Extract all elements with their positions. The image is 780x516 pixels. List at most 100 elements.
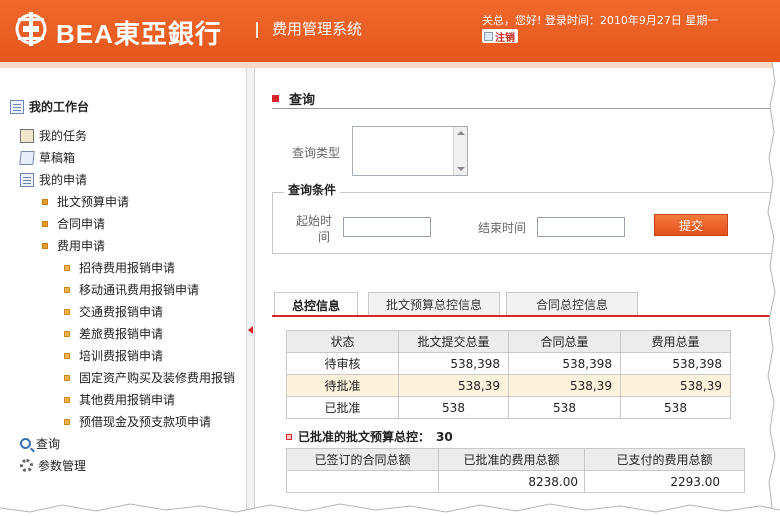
scroll-up-icon[interactable] — [457, 131, 465, 135]
section-title: 查询 — [272, 89, 315, 108]
table-cell: 538 — [620, 396, 731, 419]
document-icon — [20, 172, 34, 187]
tab-approval-budget-control[interactable]: 批文预算总控信息 — [368, 292, 500, 316]
sidebar-item-my-tasks[interactable]: 我的任务 — [20, 127, 87, 144]
torn-edge-bottom — [0, 503, 780, 516]
table-header-cell: 已批准的费用总额 — [438, 448, 585, 471]
pencil-icon — [484, 31, 493, 41]
table-header-cell: 批文提交总量 — [398, 330, 509, 353]
header-divider — [256, 22, 258, 38]
bullet-icon — [64, 286, 70, 293]
bullet-icon — [64, 396, 70, 403]
sidebar-item-entertainment[interactable]: 招待费用报销申请 — [64, 259, 175, 276]
table-header-row: 已签订的合同总额 已批准的费用总额 已支付的费用总额 — [286, 448, 745, 471]
bullet-icon — [42, 220, 48, 227]
bullet-icon — [64, 308, 70, 315]
draft-icon — [19, 150, 35, 165]
textarea-scrollbar[interactable] — [453, 127, 467, 175]
bullet-icon — [64, 264, 70, 271]
query-conditions-legend: 查询条件 — [284, 181, 341, 198]
start-time-label-line2: 间 — [318, 230, 331, 244]
bullet-icon — [64, 330, 70, 337]
table-cell: 538,39 — [620, 374, 731, 397]
sidebar-item-query[interactable]: 查询 — [20, 435, 60, 452]
bea-logo-icon — [15, 12, 47, 46]
summary-label: 已批准的批文预算总控： — [298, 430, 431, 444]
amount-summary-table: 已签订的合同总额 已批准的费用总额 已支付的费用总额 8238.00 2293.… — [286, 448, 745, 493]
brand-logo-text: BEA東亞銀行 — [56, 19, 222, 49]
bullet-icon — [64, 418, 70, 425]
summary-value: 30 — [436, 429, 453, 444]
sidebar-item-parameters[interactable]: 参数管理 — [20, 457, 86, 474]
main-content: 查询 查询类型 查询条件 起始时 间 结束时间 提交 总控信息 批文预算总控信息… — [256, 68, 780, 516]
table-cell: 待审核 — [286, 352, 399, 375]
square-marker-icon — [272, 95, 279, 102]
tabs-underline — [272, 315, 780, 317]
collapse-arrow-icon[interactable] — [248, 326, 253, 334]
end-time-label: 结束时间 — [478, 221, 527, 235]
table-header-cell: 已签订的合同总额 — [286, 448, 439, 471]
sidebar-item-approval-budget[interactable]: 批文预算申请 — [42, 193, 129, 210]
table-cell: 8238.00 — [438, 470, 585, 493]
table-row[interactable]: 待批准 538,39 538,39 538,39 — [286, 374, 731, 397]
table-row[interactable]: 待审核 538,398 538,398 538,398 — [286, 352, 731, 375]
logout-button[interactable]: 注销 — [482, 29, 518, 44]
sidebar-splitter[interactable] — [247, 68, 255, 516]
tab-overall-control[interactable]: 总控信息 — [274, 292, 358, 317]
notepad-icon — [10, 99, 24, 114]
bullet-icon — [64, 352, 70, 359]
bullet-icon — [64, 374, 70, 381]
search-icon — [20, 438, 31, 449]
sidebar-item-cash-advance[interactable]: 预借现金及预支款项申请 — [64, 413, 211, 430]
bullet-icon — [42, 242, 48, 249]
workbench-title: 我的工作台 — [10, 98, 89, 115]
square-marker-icon — [286, 433, 292, 440]
start-time-label-line1: 起始时 — [296, 214, 333, 228]
table-row[interactable]: 已批准 538 538 538 — [286, 396, 731, 419]
sidebar-item-my-applications[interactable]: 我的申请 — [20, 171, 87, 188]
table-header-cell: 合同总量 — [508, 330, 621, 353]
table-cell: 待批准 — [286, 374, 399, 397]
query-type-textarea[interactable] — [352, 126, 468, 176]
submit-button[interactable]: 提交 — [654, 214, 728, 236]
gear-icon — [20, 459, 33, 472]
table-cell — [286, 470, 439, 493]
sidebar: 我的工作台 我的任务 草稿箱 我的申请 批文预算申请 合同申请 费用申请 招待费… — [0, 68, 247, 516]
table-cell: 2293.00 — [584, 470, 745, 493]
sidebar-item-expense[interactable]: 费用申请 — [42, 237, 105, 254]
section-divider — [272, 108, 780, 109]
table-header-cell: 状态 — [286, 330, 399, 353]
scroll-down-icon[interactable] — [457, 167, 465, 171]
table-cell: 538,39 — [508, 374, 621, 397]
table-cell: 538,398 — [398, 352, 509, 375]
control-summary-table: 状态 批文提交总量 合同总量 费用总量 待审核 538,398 538,398 … — [286, 330, 731, 419]
tab-contract-control[interactable]: 合同总控信息 — [506, 292, 638, 316]
sidebar-item-fixed-assets[interactable]: 固定资产购买及装修费用报销 — [64, 369, 235, 386]
clipboard-icon — [20, 128, 34, 143]
end-time-input[interactable] — [537, 217, 625, 237]
sidebar-item-other-expense[interactable]: 其他费用报销申请 — [64, 391, 175, 408]
sidebar-item-mobile[interactable]: 移动通讯费用报销申请 — [64, 281, 199, 298]
table-cell: 已批准 — [286, 396, 399, 419]
user-greeting: 关总，您好! 登录时间：2010年9月27日 星期一 — [482, 14, 719, 27]
bullet-icon — [42, 198, 48, 205]
table-header-cell: 费用总量 — [620, 330, 731, 353]
table-cell: 538,39 — [398, 374, 509, 397]
table-cell: 538,398 — [620, 352, 731, 375]
logout-label: 注销 — [495, 32, 515, 44]
sidebar-item-drafts[interactable]: 草稿箱 — [19, 149, 75, 166]
sidebar-item-transport[interactable]: 交通费报销申请 — [64, 303, 163, 320]
torn-edge-right — [767, 62, 780, 516]
table-cell: 538 — [508, 396, 621, 419]
approved-budget-summary: 已批准的批文预算总控： 30 — [286, 428, 453, 445]
table-header-row: 状态 批文提交总量 合同总量 费用总量 — [286, 330, 731, 353]
table-cell: 538 — [398, 396, 509, 419]
sidebar-item-training[interactable]: 培训费报销申请 — [64, 347, 163, 364]
sidebar-item-travel[interactable]: 差旅费报销申请 — [64, 325, 163, 342]
system-name: 费用管理系统 — [272, 20, 363, 38]
start-time-input[interactable] — [343, 217, 431, 237]
table-row[interactable]: 8238.00 2293.00 — [286, 470, 745, 493]
table-cell: 538,398 — [508, 352, 621, 375]
app-header: BEA東亞銀行 费用管理系统 关总，您好! 登录时间：2010年9月27日 星期… — [0, 0, 780, 62]
sidebar-item-contract[interactable]: 合同申请 — [42, 215, 105, 232]
